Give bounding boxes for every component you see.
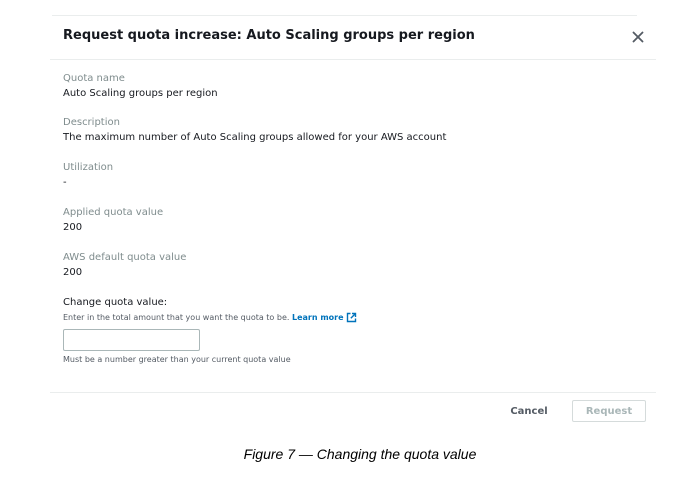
modal-header: Request quota increase: Auto Scaling gro… <box>50 16 656 60</box>
request-button[interactable]: Request <box>572 400 646 422</box>
applied-quota-value: 200 <box>63 222 83 233</box>
modal-title: Request quota increase: Auto Scaling gro… <box>63 28 475 43</box>
change-quota-label: Change quota value: <box>63 297 168 308</box>
applied-quota-label: Applied quota value <box>63 207 164 218</box>
description-label: Description <box>63 117 120 128</box>
description-value: The maximum number of Auto Scaling group… <box>63 132 447 143</box>
quota-value-input[interactable] <box>63 329 200 351</box>
footer-divider <box>50 392 656 393</box>
learn-more-link[interactable]: Learn more <box>292 312 357 325</box>
external-link-icon[interactable] <box>346 312 357 325</box>
quota-name-value: Auto Scaling groups per region <box>63 88 218 99</box>
default-quota-value: 200 <box>63 267 83 278</box>
figure-caption: Figure 7 — Changing the quota value <box>243 446 477 462</box>
utilization-value: - <box>63 177 67 188</box>
change-quota-description: Enter in the total amount that you want … <box>63 312 357 325</box>
quota-name-label: Quota name <box>63 73 125 84</box>
default-quota-label: AWS default quota value <box>63 252 187 263</box>
close-icon[interactable] <box>631 29 645 43</box>
utilization-label: Utilization <box>63 162 114 173</box>
quota-increase-modal: Request quota increase: Auto Scaling gro… <box>50 16 656 428</box>
cancel-button[interactable]: Cancel <box>501 400 557 422</box>
change-quota-description-text: Enter in the total amount that you want … <box>63 313 290 322</box>
quota-constraint-text: Must be a number greater than your curre… <box>63 355 291 364</box>
learn-more-label[interactable]: Learn more <box>292 313 344 322</box>
